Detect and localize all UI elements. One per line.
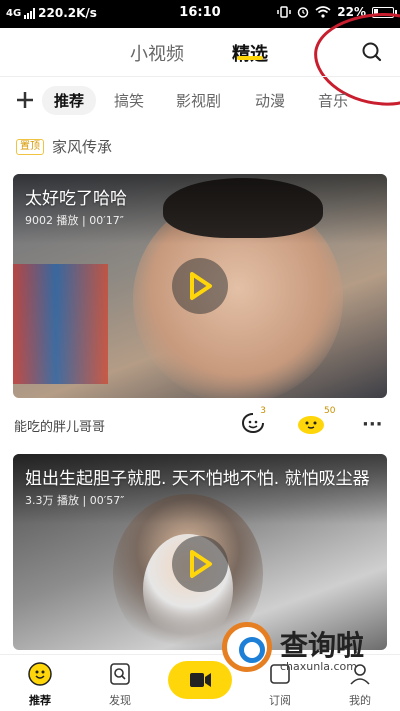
video-card[interactable]: 太好吃了哈哈 9002 播放 | 00′17″ xyxy=(13,174,387,398)
nav-profile[interactable]: 我的 xyxy=(330,661,390,708)
active-tab-indicator xyxy=(237,56,263,60)
home-face-icon xyxy=(28,662,52,686)
status-right: 22% xyxy=(277,5,397,19)
category-recommend[interactable]: 推荐 xyxy=(42,86,97,115)
category-funny[interactable]: 搞笑 xyxy=(114,90,144,111)
comment-count: 3 xyxy=(260,406,266,416)
video-duration: 00′17″ xyxy=(89,214,124,227)
header-divider xyxy=(0,76,400,77)
record-video-icon xyxy=(190,673,211,687)
pinned-topic[interactable]: 置顶 家风传承 xyxy=(16,136,112,157)
author-name[interactable]: 能吃的胖儿哥哥 xyxy=(14,416,105,435)
video-title: 太好吃了哈哈 xyxy=(25,189,127,209)
comment-icon[interactable]: 3 xyxy=(240,406,268,436)
video-thumbnail-sign xyxy=(13,264,108,384)
plus-icon[interactable] xyxy=(14,87,36,113)
category-bar: 推荐 搞笑 影视剧 动漫 音乐 xyxy=(0,84,400,118)
nav-label: 发现 xyxy=(109,694,131,707)
category-anime[interactable]: 动漫 xyxy=(255,90,285,111)
play-icon[interactable] xyxy=(172,258,228,314)
alarm-icon xyxy=(298,7,309,18)
nav-label: 订阅 xyxy=(269,694,291,707)
discover-icon xyxy=(110,663,130,685)
vibrate-icon xyxy=(277,6,292,18)
nav-discover[interactable]: 发现 xyxy=(90,661,150,708)
category-music[interactable]: 音乐 xyxy=(318,90,348,111)
battery-icon xyxy=(372,6,397,18)
play-count: 3.3万 播放 xyxy=(25,494,79,507)
video-duration: 00′57″ xyxy=(89,494,125,507)
subscribe-icon xyxy=(270,664,290,684)
battery-percent: 22% xyxy=(337,5,366,19)
nav-label: 推荐 xyxy=(29,694,51,707)
pinned-title: 家风传承 xyxy=(52,138,113,156)
search-icon[interactable] xyxy=(358,38,386,66)
nav-label: 我的 xyxy=(349,694,371,707)
tab-featured[interactable]: 精选 xyxy=(232,40,268,66)
top-header: 小视频 精选 xyxy=(0,28,400,76)
meta-separator: | xyxy=(82,494,90,507)
record-video-button[interactable] xyxy=(168,661,232,699)
bottom-nav: 推荐 发现 订阅 我的 xyxy=(0,654,400,711)
nav-subscribe[interactable]: 订阅 xyxy=(250,661,310,708)
video-meta: 3.3万 播放 | 00′57″ xyxy=(25,492,124,508)
like-icon[interactable]: 50 xyxy=(296,406,344,436)
status-bar: 4G 220.2K/s 16:10 22% xyxy=(0,0,400,28)
wifi-icon xyxy=(315,6,331,18)
tab-short-video[interactable]: 小视频 xyxy=(130,40,184,66)
category-film-tv[interactable]: 影视剧 xyxy=(176,90,221,111)
video-actions: 能吃的胖儿哥哥 3 50 ··· xyxy=(0,406,400,438)
more-options-icon[interactable]: ··· xyxy=(362,414,383,435)
pinned-badge: 置顶 xyxy=(16,138,44,155)
profile-icon xyxy=(350,664,370,685)
video-title: 姐出生起胆子就肥. 天不怕地不怕. 就怕吸尘器 xyxy=(25,469,370,489)
play-count: 9002 播放 xyxy=(25,214,79,227)
play-icon[interactable] xyxy=(172,536,228,592)
video-meta: 9002 播放 | 00′17″ xyxy=(25,212,124,228)
video-card[interactable]: 姐出生起胆子就肥. 天不怕地不怕. 就怕吸尘器 3.3万 播放 | 00′57″ xyxy=(13,454,387,650)
like-count: 50 xyxy=(324,406,336,416)
nav-recommend[interactable]: 推荐 xyxy=(10,661,70,708)
